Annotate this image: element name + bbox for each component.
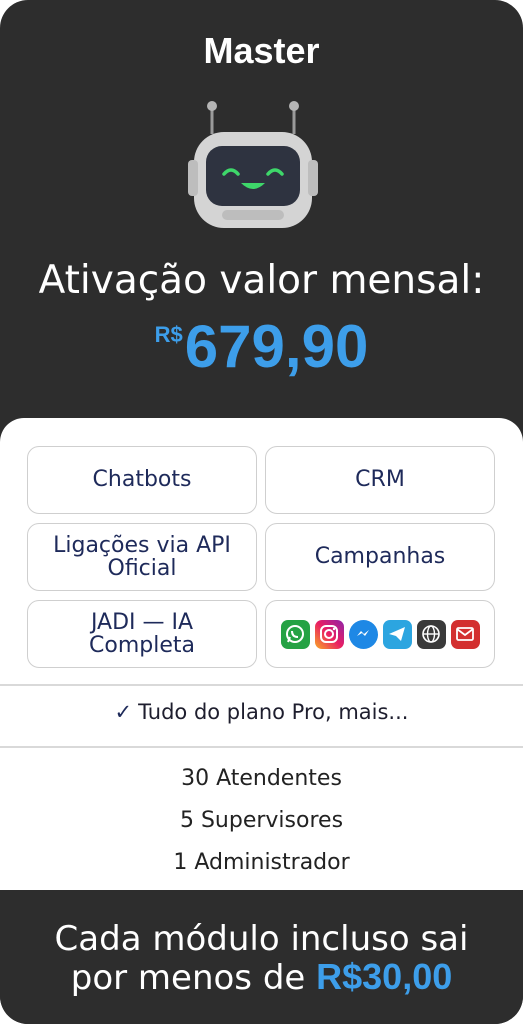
telegram-icon: [382, 619, 412, 649]
footer-line2-value: R$30,00: [316, 956, 453, 997]
robot-icon: [188, 101, 318, 228]
plan-card: Master Ativação valor mensal: R$679,90 C…: [0, 0, 523, 1024]
feature-ligacoes-line1: Ligações via API: [53, 532, 231, 558]
footer-line2-prefix: por menos de: [70, 958, 306, 998]
feature-ligacoes-line2: Oficial: [107, 556, 177, 581]
feature-ligacoes: Ligações via API Oficial: [27, 523, 257, 591]
messenger-icon: [348, 619, 378, 649]
limit-administrador: 1 Administrador: [173, 850, 350, 875]
feature-crm-label: CRM: [355, 467, 405, 493]
email-icon: [450, 619, 480, 649]
feature-chatbots-label: Chatbots: [92, 467, 192, 493]
feature-jadi-line1: JADI — IA: [90, 609, 194, 635]
feature-channels: [265, 600, 495, 668]
activation-label: Ativação valor mensal:: [38, 258, 485, 303]
includes-text: Tudo do plano Pro, mais...: [138, 700, 409, 724]
feature-crm: CRM: [265, 446, 495, 514]
whatsapp-icon: [280, 619, 310, 649]
feature-campanhas-label: Campanhas: [314, 544, 446, 570]
plan-price: R$679,90: [0, 312, 523, 381]
price-currency: R$: [154, 322, 183, 347]
footer-note: Cada módulo incluso sai por menos de R$3…: [0, 890, 523, 1024]
feature-chatbots: Chatbots: [27, 446, 257, 514]
includes-line: ✓ Tudo do plano Pro, mais...: [0, 700, 523, 724]
plan-title: Master: [203, 30, 320, 71]
limit-atendentes: 30 Atendentes: [181, 766, 342, 791]
check-icon: ✓: [114, 700, 133, 724]
feature-campanhas: Campanhas: [265, 523, 495, 591]
feature-jadi: JADI — IA Completa: [27, 600, 257, 668]
footer-line2: por menos de R$30,00: [0, 956, 523, 998]
instagram-icon: [314, 619, 344, 649]
divider-bottom: [0, 746, 523, 748]
feature-jadi-line2: Completa: [89, 633, 195, 658]
footer-line1: Cada módulo incluso sai: [54, 919, 469, 959]
price-value: 679,90: [184, 313, 369, 380]
divider-top: [0, 684, 523, 686]
web-icon: [416, 619, 446, 649]
limit-supervisores: 5 Supervisores: [179, 808, 344, 833]
